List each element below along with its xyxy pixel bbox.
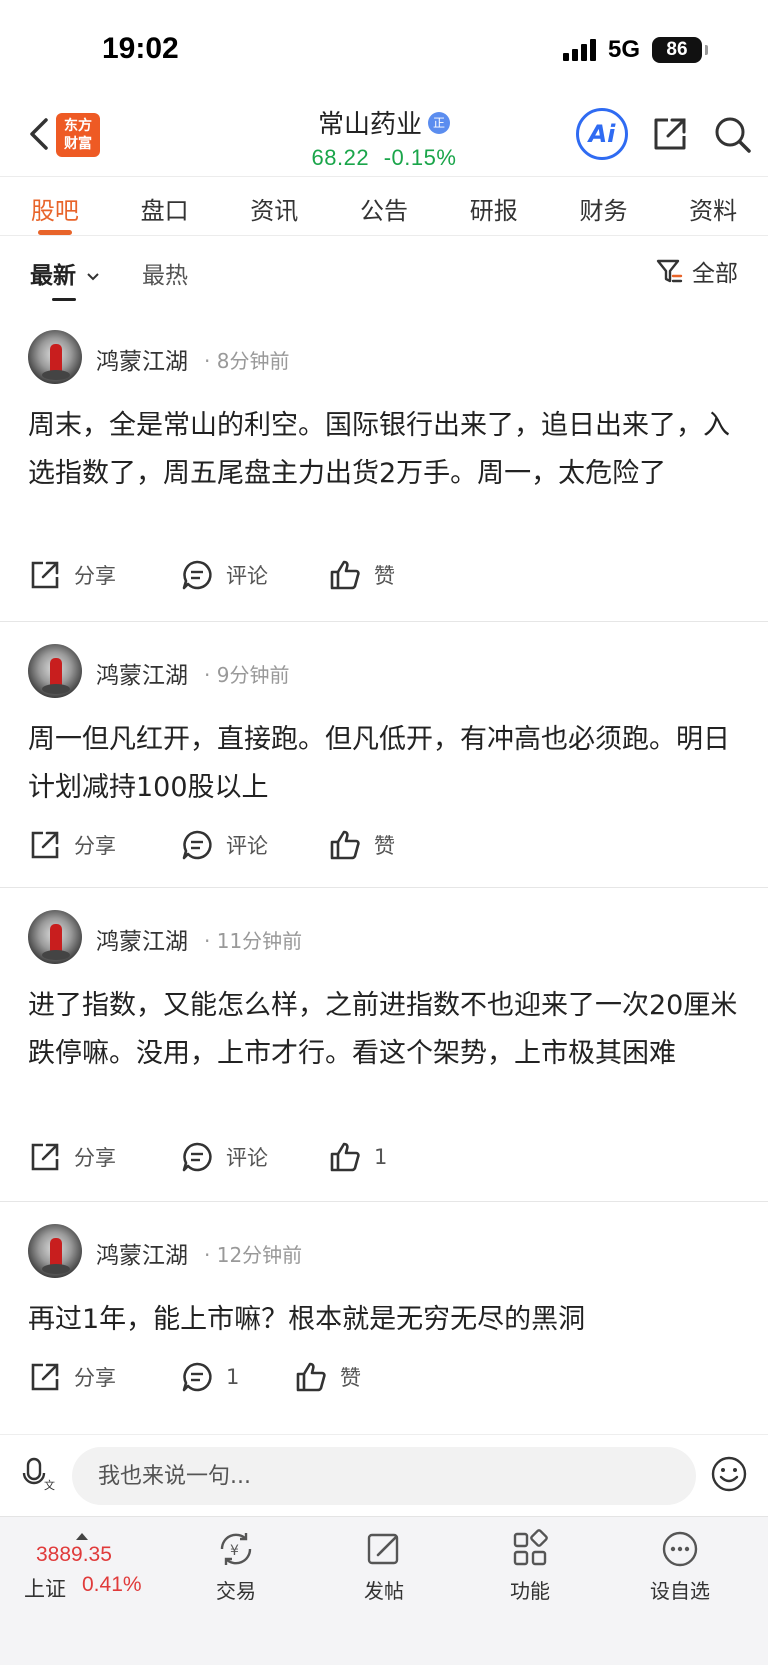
stock-change: -0.15% xyxy=(383,145,457,170)
share-button[interactable]: 分享 xyxy=(28,558,116,592)
share-icon xyxy=(31,831,59,859)
comment-icon xyxy=(182,1362,212,1392)
comment-icon xyxy=(182,560,212,590)
yuan-exchange-icon: ¥ xyxy=(220,1533,252,1565)
verified-badge: 正 xyxy=(428,111,450,134)
comment-button[interactable]: 评论 xyxy=(180,558,268,592)
post-author[interactable]: 鸿蒙江湖 xyxy=(96,342,188,376)
post-time: · 11分钟前 xyxy=(204,929,303,953)
tab-profile[interactable]: 资料 xyxy=(658,177,768,235)
comment-button[interactable]: 评论 xyxy=(180,828,268,862)
post-author[interactable]: 鸿蒙江湖 xyxy=(96,656,188,690)
compose-icon xyxy=(367,1533,399,1565)
post-item[interactable]: 鸿蒙江湖 · 11分钟前 进了指数，又能怎么样，之前进指数不也迎来了一次20厘米… xyxy=(0,898,768,1202)
svg-text:文: 文 xyxy=(44,1478,55,1491)
index-change: 0.41% xyxy=(82,1573,142,1596)
nav-post[interactable]: 发帖 xyxy=(334,1529,434,1604)
share-icon xyxy=(31,561,59,589)
thumbs-up-icon xyxy=(296,1362,326,1392)
tab-news[interactable]: 资讯 xyxy=(219,177,329,235)
sort-bar: 最新 最热 全部 xyxy=(0,236,768,306)
like-button[interactable]: 赞 xyxy=(294,1360,361,1394)
avatar[interactable] xyxy=(28,644,82,698)
share-icon xyxy=(31,1363,59,1391)
tab-guba[interactable]: 股吧 xyxy=(0,177,110,235)
post-actions: 分享 1 赞 xyxy=(28,1360,748,1396)
comment-button[interactable]: 1 xyxy=(180,1360,239,1394)
more-dots-icon xyxy=(662,1531,698,1567)
post-content[interactable]: 周末，全是常山的利空。国际银行出来了，追日出来了，入选指数了，周五尾盘主力出货2… xyxy=(28,402,740,498)
like-button[interactable]: 1 xyxy=(328,1140,387,1174)
chevron-down-icon xyxy=(87,272,99,280)
ai-assistant-button[interactable]: Ai xyxy=(576,108,628,160)
comment-bar: 文 xyxy=(0,1434,768,1514)
voice-input-icon[interactable]: 文 xyxy=(22,1455,58,1491)
svg-text:¥: ¥ xyxy=(230,1543,239,1559)
post-actions: 分享 评论 赞 xyxy=(28,558,748,594)
tab-bar: 股吧 盘口 资讯 公告 研报 财务 资料 xyxy=(0,176,768,236)
comment-icon xyxy=(182,830,212,860)
avatar[interactable] xyxy=(28,1224,82,1278)
post-time: · 8分钟前 xyxy=(204,349,290,373)
thumbs-up-icon xyxy=(330,1142,360,1172)
expand-arrow-icon xyxy=(76,1533,88,1540)
post-author[interactable]: 鸿蒙江湖 xyxy=(96,1236,188,1270)
share-icon[interactable] xyxy=(650,114,690,154)
comment-input[interactable] xyxy=(72,1447,696,1505)
post-actions: 分享 评论 1 xyxy=(28,1140,748,1176)
post-content[interactable]: 再过1年，能上市嘛？根本就是无穷无尽的黑洞 xyxy=(28,1296,740,1344)
post-item[interactable]: 鸿蒙江湖 · 9分钟前 周一但凡红开，直接跑。但凡低开，有冲高也必须跑。明日计划… xyxy=(0,632,768,888)
sort-hot[interactable]: 最热 xyxy=(142,256,188,290)
post-content[interactable]: 周一但凡红开，直接跑。但凡低开，有冲高也必须跑。明日计划减持100股以上 xyxy=(28,716,740,812)
network-label: 5G xyxy=(607,36,640,63)
share-button[interactable]: 分享 xyxy=(28,828,116,862)
share-button[interactable]: 分享 xyxy=(28,1360,116,1394)
status-time: 19:02 xyxy=(102,32,179,65)
comment-icon xyxy=(182,1142,212,1172)
share-button[interactable]: 分享 xyxy=(28,1140,116,1174)
grid-icon xyxy=(513,1529,548,1566)
index-value: 3889.35 xyxy=(36,1543,112,1566)
share-icon xyxy=(31,1143,59,1171)
tab-finance[interactable]: 财务 xyxy=(549,177,659,235)
post-content[interactable]: 进了指数，又能怎么样，之前进指数不也迎来了一次20厘米跌停嘛。没用，上市才行。看… xyxy=(28,982,740,1078)
bottom-nav: 3889.35 上证 0.41% ¥ 交易 发帖 功能 设自选 xyxy=(0,1516,768,1665)
header: 东方 财富 常山药业 正 68.22 -0.15% Ai xyxy=(0,100,768,175)
index-name: 上证 xyxy=(24,1577,66,1601)
post-item[interactable]: 鸿蒙江湖 · 12分钟前 再过1年，能上市嘛？根本就是无穷无尽的黑洞 分享 1 … xyxy=(0,1212,768,1422)
status-indicators: 5G 86 xyxy=(562,36,708,64)
tab-pankou[interactable]: 盘口 xyxy=(110,177,220,235)
nav-trade[interactable]: ¥ 交易 xyxy=(186,1529,286,1604)
sort-latest-dropdown[interactable]: 最新 xyxy=(30,256,100,301)
avatar[interactable] xyxy=(28,910,82,964)
post-time: · 12分钟前 xyxy=(204,1243,303,1267)
thumbs-up-icon xyxy=(330,560,360,590)
battery-icon: 86 xyxy=(652,37,708,63)
post-actions: 分享 评论 赞 xyxy=(28,828,748,864)
thumbs-up-icon xyxy=(330,830,360,860)
post-item[interactable]: 鸿蒙江湖 · 8分钟前 周末，全是常山的利空。国际银行出来了，追日出来了，入选指… xyxy=(0,318,768,622)
filter-icon xyxy=(656,259,683,283)
like-button[interactable]: 赞 xyxy=(328,558,395,592)
filter-button[interactable]: 全部 xyxy=(654,254,738,288)
nav-functions[interactable]: 功能 xyxy=(480,1529,580,1604)
signal-icon xyxy=(562,39,596,61)
search-icon[interactable] xyxy=(712,114,752,154)
post-author[interactable]: 鸿蒙江湖 xyxy=(96,922,188,956)
emoji-icon[interactable] xyxy=(710,1455,748,1493)
tab-announcements[interactable]: 公告 xyxy=(329,177,439,235)
avatar[interactable] xyxy=(28,330,82,384)
post-time: · 9分钟前 xyxy=(204,663,290,687)
nav-add-watchlist[interactable]: 设自选 xyxy=(630,1529,730,1604)
stock-name: 常山药业 xyxy=(317,110,422,140)
like-button[interactable]: 赞 xyxy=(328,828,395,862)
status-bar: 19:02 5G 86 xyxy=(0,0,768,100)
stock-price: 68.22 xyxy=(311,145,370,170)
tab-research[interactable]: 研报 xyxy=(439,177,549,235)
comment-button[interactable]: 评论 xyxy=(180,1140,268,1174)
